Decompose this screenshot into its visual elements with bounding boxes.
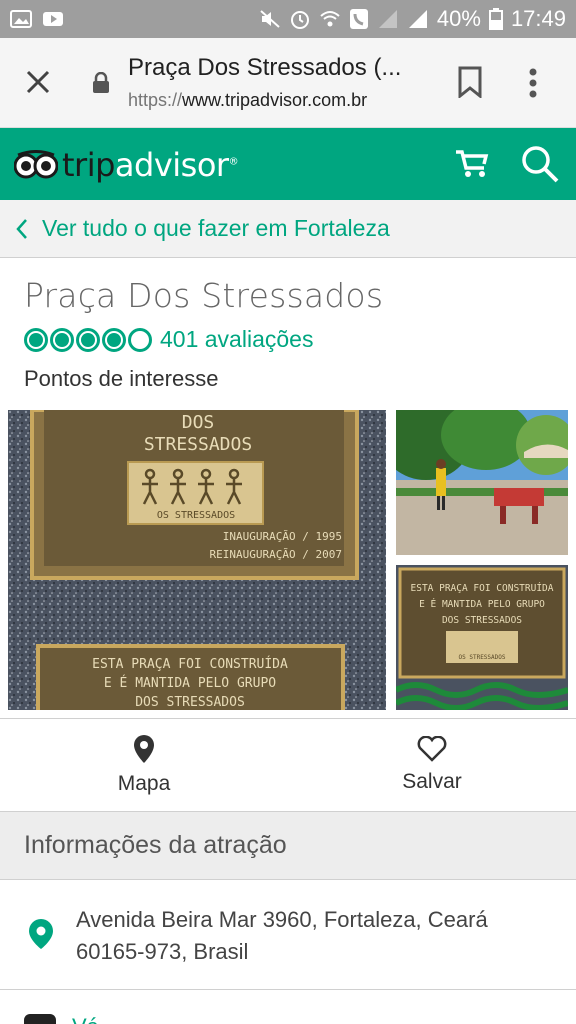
browser-page-title[interactable]: Praça Dos Stressados (... bbox=[128, 54, 418, 82]
mute-icon bbox=[259, 8, 281, 30]
small-plaque-text-2: E É MANTIDA PELO GRUPO bbox=[419, 598, 545, 610]
logo-advisor: advisor bbox=[114, 146, 229, 184]
plaque-lower-text-3: DOS STRESSADOS bbox=[135, 695, 245, 710]
clock: 17:49 bbox=[510, 6, 566, 31]
url-domain: www.tripadvisor.com.br bbox=[182, 90, 368, 110]
plaque-lower-text-1: ESTA PRAÇA FOI CONSTRUÍDA bbox=[92, 656, 288, 672]
close-tab-button[interactable] bbox=[20, 64, 56, 100]
cart-icon bbox=[456, 150, 489, 177]
lock-icon bbox=[92, 71, 110, 99]
map-button[interactable]: Mapa bbox=[0, 719, 288, 811]
plaque-text-2: STRESSADOS bbox=[144, 434, 252, 455]
status-bar: 40% 17:49 bbox=[0, 0, 576, 38]
attraction-title: Praça Dos Stressados bbox=[24, 276, 384, 315]
browser-url[interactable]: https://www.tripadvisor.com.br bbox=[128, 90, 367, 111]
plaque-text-reinauguration: REINAUGURAÇÃO / 2007 bbox=[210, 548, 342, 561]
rating-bubble-fill bbox=[55, 332, 69, 347]
address-text: Avenida Beira Mar 3960, Fortaleza, Ceará… bbox=[76, 904, 556, 968]
bookmark-button[interactable] bbox=[456, 66, 484, 103]
info-icon bbox=[24, 1014, 56, 1024]
alarm-icon bbox=[289, 8, 311, 30]
cart-button[interactable] bbox=[454, 146, 490, 185]
address-line-2: 60165-973, Brasil bbox=[76, 939, 249, 964]
logo-trip: trip bbox=[62, 146, 115, 184]
back-to-list-link[interactable]: Ver tudo o que fazer em Fortaleza bbox=[0, 200, 576, 258]
attraction-category: Pontos de interesse bbox=[24, 366, 219, 391]
rating-bubble-filled bbox=[76, 327, 100, 352]
rating-bubbles bbox=[24, 327, 152, 352]
rating-bubble-empty bbox=[128, 327, 152, 352]
park-photo[interactable] bbox=[396, 410, 568, 555]
plaque-photo-image: DOS STRESSADOS OS STRESSADOS INAUGURAÇÃO… bbox=[8, 410, 386, 710]
info-section-header: Informações da atração bbox=[0, 812, 576, 880]
main-photo[interactable]: DOS STRESSADOS OS STRESSADOS INAUGURAÇÃO… bbox=[8, 410, 386, 710]
small-plaque-photo-image: ESTA PRAÇA FOI CONSTRUÍDA E É MANTIDA PE… bbox=[396, 565, 568, 710]
site-header: tripadvisor® bbox=[0, 128, 576, 200]
rating-bubble-filled bbox=[50, 327, 74, 352]
signal-icon bbox=[407, 8, 429, 30]
youtube-icon bbox=[42, 10, 64, 28]
call-icon bbox=[349, 8, 369, 30]
map-label: Mapa bbox=[117, 772, 171, 795]
plaque-text-inauguration: INAUGURAÇÃO / 1995 bbox=[223, 530, 342, 543]
signal-weak-icon bbox=[377, 8, 399, 30]
close-icon bbox=[26, 70, 50, 94]
address-line-1: Avenida Beira Mar 3960, Fortaleza, Ceará bbox=[76, 907, 488, 932]
next-info-label: Vá bbox=[72, 1014, 99, 1024]
rating-bubble-fill bbox=[81, 332, 95, 347]
location-pin-icon bbox=[28, 918, 54, 955]
url-prefix: https:// bbox=[128, 90, 183, 110]
more-vertical-icon bbox=[529, 68, 537, 98]
map-pin-icon bbox=[134, 735, 154, 763]
gallery-icon bbox=[10, 9, 32, 29]
rating-row[interactable]: 401 avaliações bbox=[24, 326, 313, 353]
plaque-logo-label: OS STRESSADOS bbox=[157, 510, 235, 521]
plaque-lower-text-2: E É MANTIDA PELO GRUPO bbox=[104, 675, 276, 691]
save-button[interactable]: Salvar bbox=[288, 719, 576, 811]
owl-eyes-icon bbox=[14, 150, 58, 179]
browser-toolbar: Praça Dos Stressados (... https://www.tr… bbox=[0, 38, 576, 128]
rating-bubble-filled bbox=[24, 327, 48, 352]
search-icon bbox=[522, 146, 559, 183]
bookmark-icon bbox=[458, 66, 482, 100]
review-count-link[interactable]: 401 avaliações bbox=[160, 326, 313, 353]
logo-wordmark: tripadvisor® bbox=[62, 146, 239, 184]
heart-icon bbox=[417, 736, 447, 762]
battery-icon bbox=[488, 8, 503, 30]
search-button[interactable] bbox=[520, 144, 560, 189]
battery-percent: 40% bbox=[436, 6, 481, 31]
rating-bubble-fill bbox=[29, 332, 43, 347]
small-plaque-photo[interactable]: ESTA PRAÇA FOI CONSTRUÍDA E É MANTIDA PE… bbox=[396, 565, 568, 710]
chevron-left-icon bbox=[16, 218, 27, 239]
back-link-label: Ver tudo o que fazer em Fortaleza bbox=[42, 215, 390, 241]
small-plaque-text-3: DOS STRESSADOS bbox=[442, 615, 522, 626]
next-info-row[interactable]: Vá bbox=[0, 990, 576, 1024]
rating-bubble-fill bbox=[107, 332, 121, 347]
action-bar: Mapa Salvar bbox=[0, 718, 576, 812]
address-row[interactable]: Avenida Beira Mar 3960, Fortaleza, Ceará… bbox=[0, 880, 576, 990]
wifi-icon bbox=[319, 8, 341, 30]
plaque-text-1: DOS bbox=[182, 412, 215, 433]
tripadvisor-logo[interactable]: tripadvisor® bbox=[14, 146, 239, 184]
small-plaque-text-1: ESTA PRAÇA FOI CONSTRUÍDA bbox=[411, 582, 554, 594]
small-plaque-logo-label: OS STRESSADOS bbox=[459, 654, 506, 661]
save-label: Salvar bbox=[402, 770, 462, 793]
park-photo-image bbox=[396, 410, 568, 555]
rating-bubble-filled bbox=[102, 327, 126, 352]
overflow-menu-button[interactable] bbox=[528, 68, 538, 103]
